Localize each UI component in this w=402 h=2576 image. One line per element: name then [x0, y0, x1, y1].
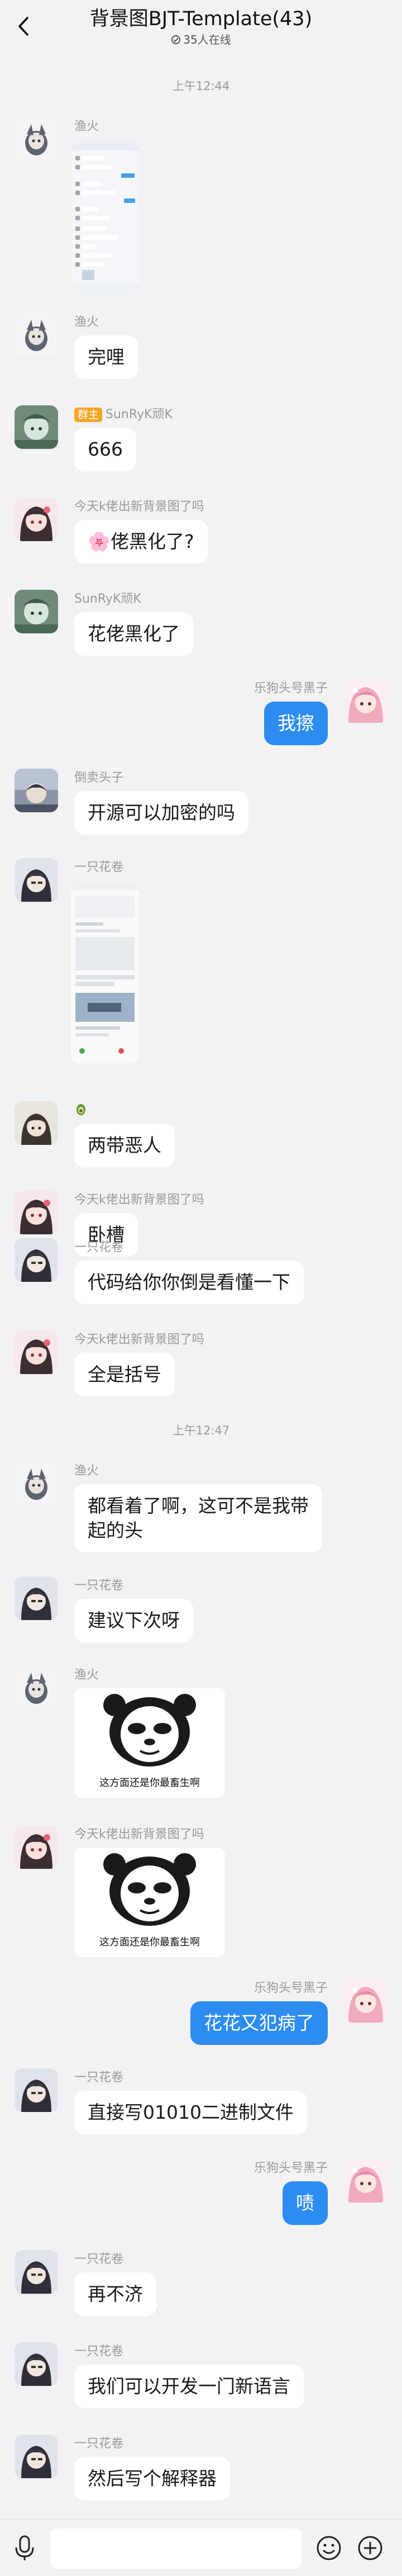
sender-name: 一只花卷 [74, 860, 124, 874]
message-bubble[interactable]: 再不济 [74, 2272, 156, 2316]
avatar[interactable] [15, 2068, 58, 2112]
avatar[interactable] [15, 1666, 58, 1710]
emoji-button[interactable] [316, 2535, 342, 2563]
avatar[interactable] [15, 498, 58, 541]
avocado-badge-icon [76, 1104, 85, 1115]
message-bubble[interactable]: 都看着了啊，这可不是我带 起的头 [74, 1484, 322, 1552]
chat-title[interactable]: 背景图BJT-Template(43) [0, 6, 402, 32]
message-bubble[interactable]: 完哩 [74, 335, 138, 379]
online-count-label: 35人在线 [183, 33, 231, 46]
plus-icon [358, 2536, 382, 2560]
chat-header: 背景图BJT-Template(43) 35人在线 [0, 0, 402, 56]
avatar[interactable] [15, 1191, 58, 1234]
avatar[interactable] [15, 313, 58, 357]
sender-name: 乐狗头号黑子 [253, 2161, 328, 2175]
avatar[interactable] [15, 2250, 58, 2294]
emoji-icon [317, 2536, 341, 2560]
voice-icon [15, 2535, 34, 2560]
sticker-message[interactable]: 这方面还是你最畜生啊 [74, 1688, 225, 1798]
avatar[interactable] [15, 858, 58, 902]
message-line: 都看着了啊，这可不是我带 [88, 1495, 309, 1517]
screenshot-image [71, 883, 139, 1063]
sender-name: 渔火 [74, 1464, 99, 1478]
sender-name: 一只花卷 [74, 2345, 124, 2359]
timestamp: 上午12:44 [172, 79, 230, 93]
message-bubble[interactable]: 直接写01010二进制文件 [74, 2091, 307, 2134]
image-message[interactable] [71, 143, 139, 293]
image-message[interactable] [71, 883, 139, 1063]
sender-name: 今天k佬出新背景图了吗 [74, 1333, 204, 1347]
avatar[interactable] [15, 1330, 58, 1374]
sender-name: 乐狗头号黑子 [253, 1981, 328, 1995]
message-bubble[interactable]: 花佬黑化了 [74, 612, 193, 656]
sender-name: 今天k佬出新背景图了吗 [74, 1193, 204, 1207]
sender-name: SunRyK顽K [74, 592, 141, 606]
avatar[interactable] [15, 1825, 58, 1869]
avatar[interactable] [344, 679, 387, 723]
sender-name: 一只花卷 [74, 1579, 124, 1593]
message-bubble[interactable]: 啧 [283, 2181, 328, 2225]
avatar[interactable] [15, 1238, 58, 1282]
avatar[interactable] [15, 2342, 58, 2386]
sender-name: 一只花卷 [74, 2252, 124, 2266]
panda-meme-image [74, 1848, 225, 1931]
more-button[interactable] [357, 2535, 383, 2563]
avatar[interactable] [15, 1101, 58, 1145]
avatar[interactable] [344, 1979, 387, 2023]
sender-name: 一只花卷 [74, 1240, 124, 1254]
avatar[interactable] [15, 590, 58, 633]
message-bubble[interactable]: 我们可以开发一门新语言 [74, 2365, 304, 2408]
panda-meme-image [74, 1688, 225, 1772]
avatar[interactable] [15, 2435, 58, 2478]
online-count[interactable]: 35人在线 [0, 32, 402, 47]
sender-name-row [74, 1102, 91, 1116]
message-bubble[interactable]: 花花又犯病了 [190, 2001, 328, 2045]
sender-name-row: 群主 SunRyK顽K [74, 406, 173, 423]
message-line: 起的头 [88, 1519, 143, 1541]
message-bubble[interactable]: 我擦 [264, 702, 328, 745]
message-bubble[interactable]: 两带恶人 [74, 1124, 175, 1167]
message-bubble[interactable]: 然后写个解释器 [74, 2457, 230, 2501]
avatar[interactable] [15, 1462, 58, 1505]
message-bubble[interactable]: 开源可以加密的吗 [74, 791, 248, 835]
sender-name: 一只花卷 [74, 2071, 124, 2085]
online-status-icon [171, 35, 181, 44]
avatar[interactable] [15, 769, 58, 812]
message-bubble[interactable]: 666 [74, 428, 136, 471]
flower-emoji-icon: 🌸 [88, 531, 111, 552]
input-bar [0, 2519, 402, 2576]
avatar[interactable] [15, 117, 58, 161]
sticker-caption: 这方面还是你最畜生啊 [99, 1777, 200, 1789]
message-input[interactable] [50, 2528, 302, 2569]
avatar[interactable] [15, 405, 58, 449]
sender-name: 渔火 [74, 120, 99, 134]
sender-name: 倒卖头子 [74, 771, 124, 785]
sender-name: 一只花卷 [74, 2437, 124, 2451]
sender-name: 今天k佬出新背景图了吗 [74, 1827, 204, 1841]
avatar[interactable] [15, 1576, 58, 1620]
sticker-message[interactable]: 这方面还是你最畜生啊 [74, 1848, 225, 1957]
sender-name: SunRyK顽K [106, 408, 173, 422]
owner-badge: 群主 [74, 408, 103, 422]
message-bubble[interactable]: 🌸佬黑化了? [74, 520, 208, 564]
sender-name: 渔火 [74, 315, 99, 329]
sender-name: 乐狗头号黑子 [253, 681, 328, 695]
message-bubble[interactable]: 建议下次呀 [74, 1599, 193, 1642]
avatar[interactable] [344, 2159, 387, 2203]
message-text: 佬黑化了? [111, 531, 194, 552]
timestamp: 上午12:47 [172, 1424, 230, 1437]
sender-name: 渔火 [74, 1668, 99, 1682]
screenshot-image [71, 143, 139, 293]
voice-button[interactable] [13, 2535, 36, 2563]
sender-name: 今天k佬出新背景图了吗 [74, 500, 204, 514]
message-bubble[interactable]: 代码给你你倒是看懂一下 [74, 1261, 304, 1304]
sticker-caption: 这方面还是你最畜生啊 [99, 1936, 200, 1948]
message-bubble[interactable]: 全是括号 [74, 1353, 175, 1396]
